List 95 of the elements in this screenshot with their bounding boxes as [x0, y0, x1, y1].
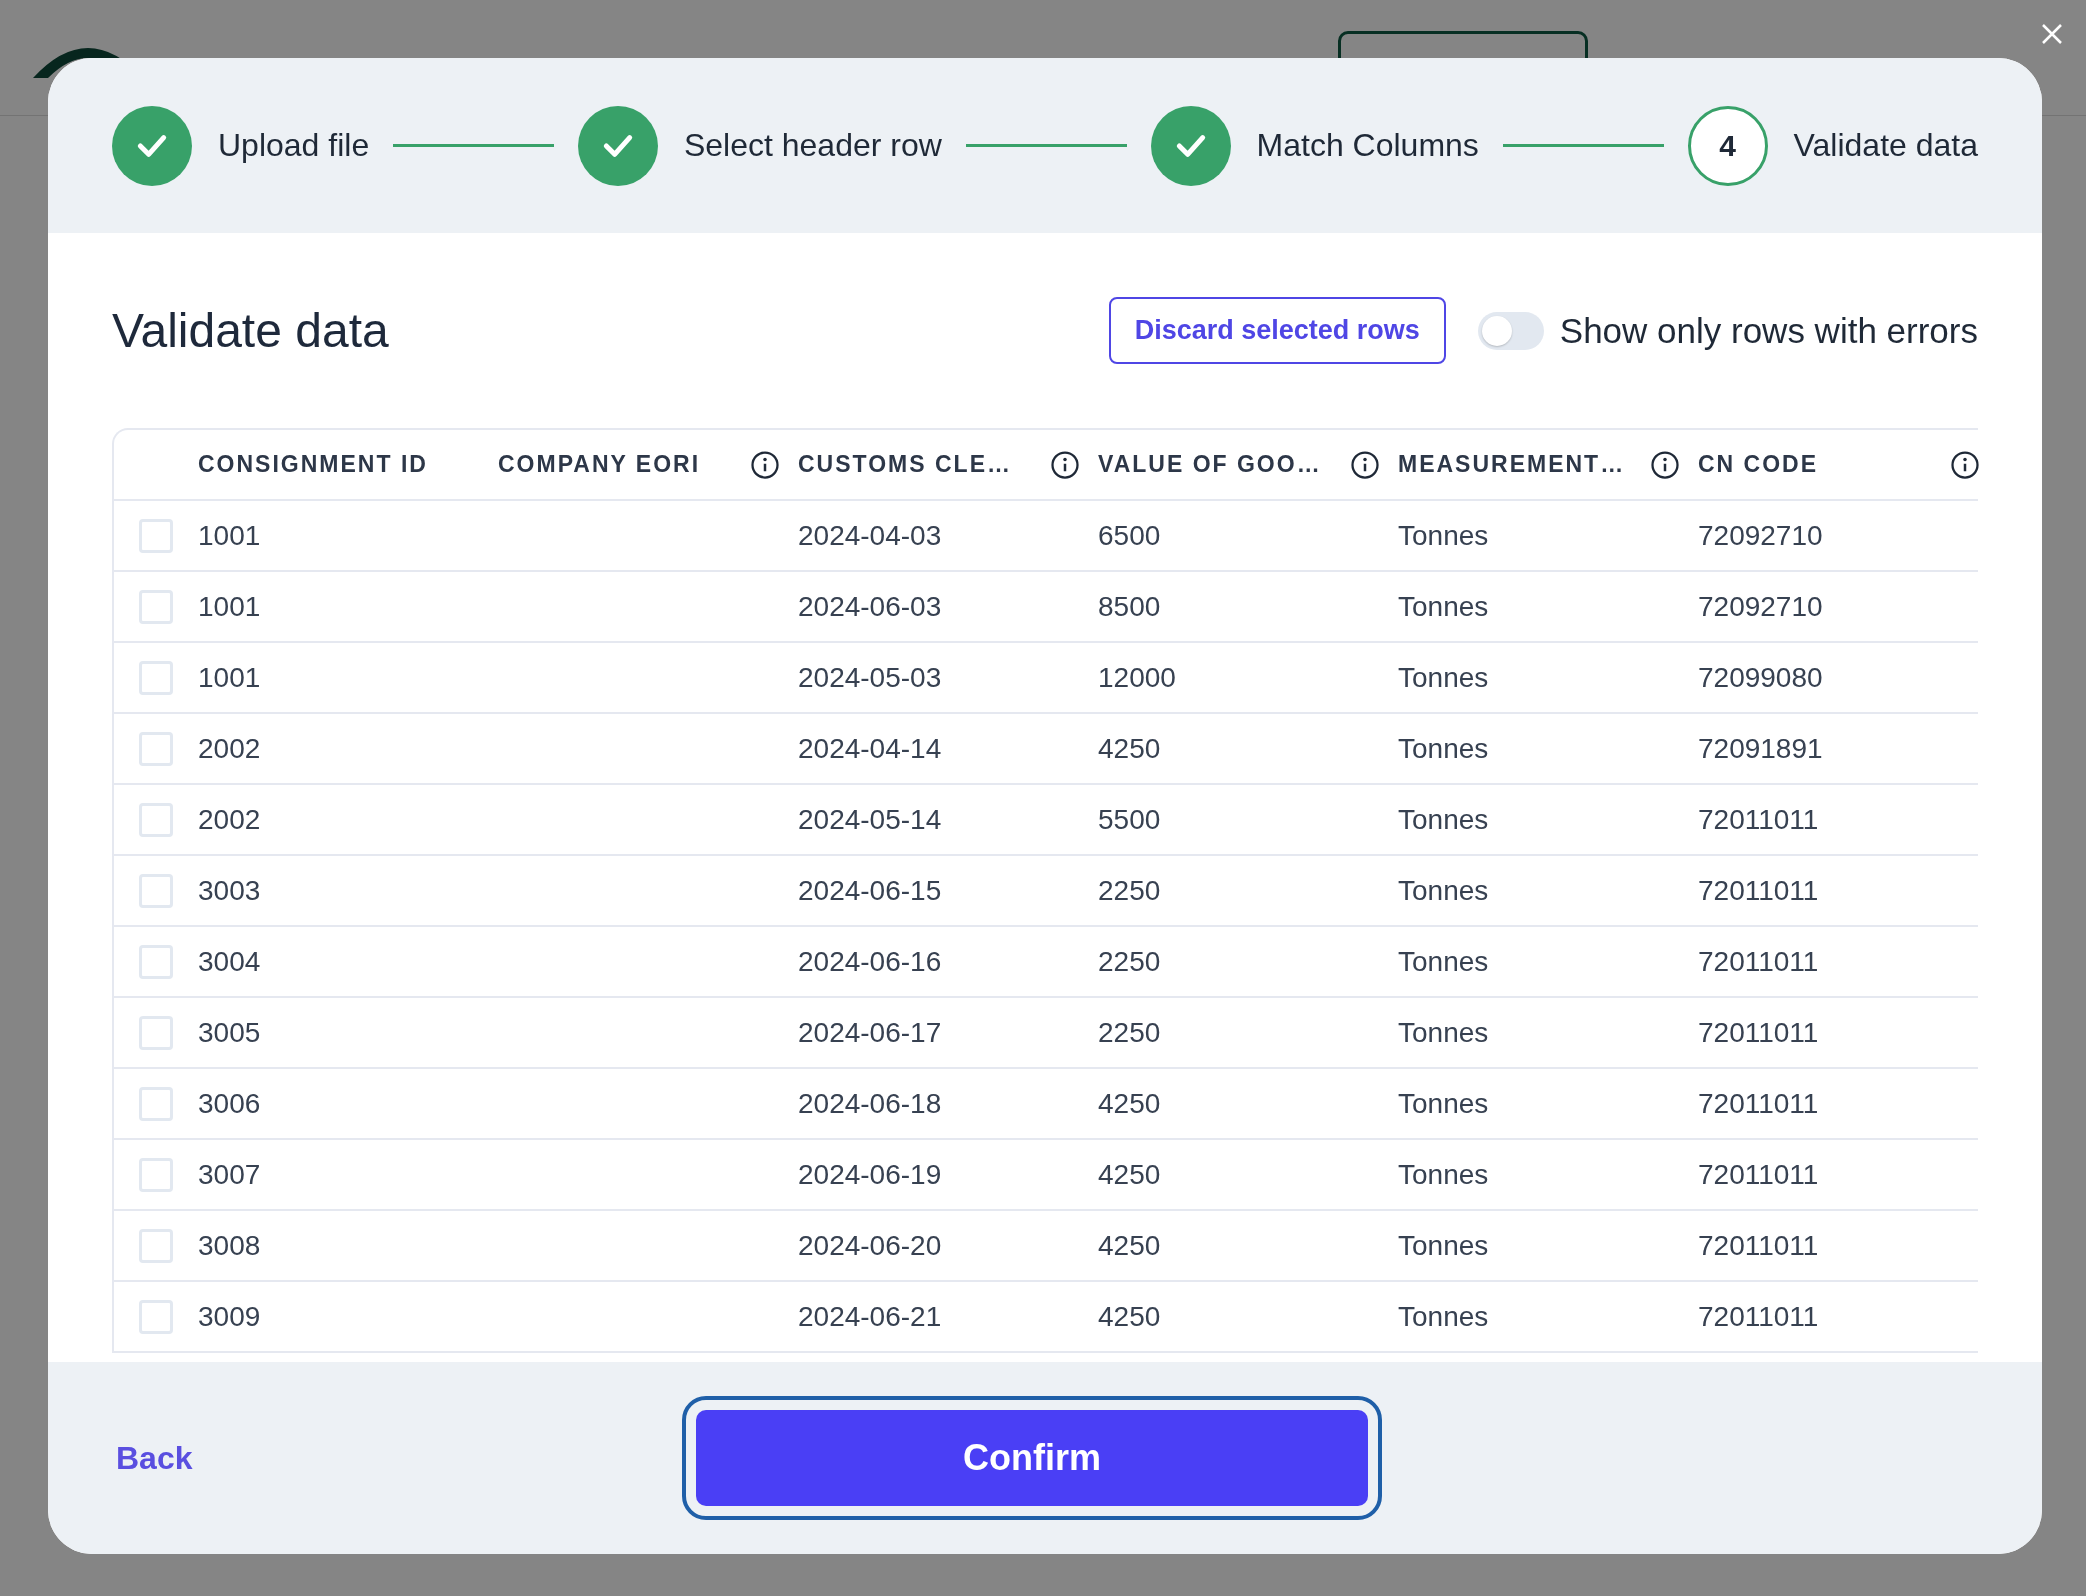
row-checkbox[interactable] — [139, 660, 173, 695]
table-cell: 72099080 — [1698, 661, 1823, 694]
table-cell: 72011011 — [1698, 1300, 1819, 1333]
row-checkbox[interactable] — [139, 1157, 173, 1192]
table-cell: 2024-06-19 — [798, 1158, 942, 1191]
table-cell: 4250 — [1098, 732, 1161, 765]
info-icon[interactable] — [1350, 449, 1380, 480]
table-cell: 2250 — [1098, 1016, 1161, 1049]
table-cell: 4250 — [1098, 1300, 1161, 1333]
table-cell: 72011011 — [1698, 1229, 1819, 1262]
table-cell: 72092710 — [1698, 519, 1823, 552]
table-cell: 72092710 — [1698, 590, 1823, 623]
table-cell: 3003 — [198, 874, 261, 907]
table-cell: Tonnes — [1398, 803, 1489, 836]
row-checkbox[interactable] — [139, 944, 173, 979]
table-cell: 3007 — [198, 1158, 261, 1191]
table-cell: 12000 — [1098, 661, 1176, 694]
table-cell: 1001 — [198, 519, 261, 552]
info-icon[interactable] — [750, 449, 780, 480]
info-icon[interactable] — [1650, 449, 1680, 480]
table-cell: 4250 — [1098, 1087, 1161, 1120]
table-cell: 72011011 — [1698, 803, 1819, 836]
column-header: CUSTOMS CLE… — [798, 451, 1012, 478]
row-checkbox[interactable] — [139, 1299, 173, 1334]
table-cell: 3008 — [198, 1229, 261, 1262]
table-cell: 2024-06-17 — [798, 1016, 942, 1049]
table-cell: 2250 — [1098, 874, 1161, 907]
table-cell: 2024-06-20 — [798, 1229, 942, 1262]
table-cell: Tonnes — [1398, 1016, 1489, 1049]
table-cell: Tonnes — [1398, 590, 1489, 623]
row-checkbox[interactable] — [139, 802, 173, 837]
discard-selected-rows-button[interactable]: Discard selected rows — [1108, 297, 1446, 364]
row-checkbox[interactable] — [139, 589, 173, 624]
table-cell: 2024-06-16 — [798, 945, 942, 978]
confirm-button[interactable]: Confirm — [696, 1410, 1368, 1506]
table-cell: 4250 — [1098, 1229, 1161, 1262]
table-cell: 2024-06-21 — [798, 1300, 942, 1333]
toggle-switch[interactable] — [1477, 311, 1544, 350]
table-cell: Tonnes — [1398, 1300, 1489, 1333]
table-cell: 2024-06-03 — [798, 590, 942, 623]
table-cell: Tonnes — [1398, 1158, 1489, 1191]
table-cell: 2250 — [1098, 945, 1161, 978]
table-cell: Tonnes — [1398, 945, 1489, 978]
table-cell: 8500 — [1098, 590, 1161, 623]
table-cell: Tonnes — [1398, 874, 1489, 907]
table-cell: Tonnes — [1398, 1229, 1489, 1262]
row-checkbox[interactable] — [139, 1228, 173, 1263]
table-cell: 5500 — [1098, 803, 1161, 836]
column-header: COMPANY EORI — [498, 451, 701, 478]
table-cell: Tonnes — [1398, 732, 1489, 765]
table-cell: 72011011 — [1698, 945, 1819, 978]
table-cell: 72011011 — [1698, 1087, 1819, 1120]
table-cell: 1001 — [198, 590, 261, 623]
table-cell: 4250 — [1098, 1158, 1161, 1191]
table-cell: 72011011 — [1698, 874, 1819, 907]
column-header: MEASUREMENT… — [1398, 451, 1626, 478]
row-checkbox[interactable] — [139, 1015, 173, 1050]
info-icon[interactable] — [1950, 449, 1980, 480]
dialog-title: Validate data — [112, 303, 390, 358]
table-cell: 1001 — [198, 661, 261, 694]
table-cell: 3006 — [198, 1087, 261, 1120]
table-cell: Tonnes — [1398, 1087, 1489, 1120]
row-checkbox[interactable] — [139, 873, 173, 908]
table-cell: 2024-04-03 — [798, 519, 942, 552]
row-checkbox[interactable] — [139, 731, 173, 766]
table-cell: 2024-05-14 — [798, 803, 942, 836]
column-header: VALUE OF GOO… — [1098, 451, 1322, 478]
row-checkbox[interactable] — [139, 1086, 173, 1121]
info-icon[interactable] — [1050, 449, 1080, 480]
table-cell: 72011011 — [1698, 1016, 1819, 1049]
column-header: CONSIGNMENT ID — [198, 451, 428, 478]
table-cell: 72011011 — [1698, 1158, 1819, 1191]
table-cell: 2024-04-14 — [798, 732, 942, 765]
table-cell: 3005 — [198, 1016, 261, 1049]
table-cell: 3004 — [198, 945, 261, 978]
column-header: CN CODE — [1698, 451, 1819, 478]
step-label: Select header row — [683, 127, 942, 164]
toggle-label: Show only rows with errors — [1559, 310, 1978, 351]
back-link[interactable]: Back — [116, 1439, 696, 1477]
table-cell: 2002 — [198, 732, 261, 765]
table-cell: Tonnes — [1398, 661, 1489, 694]
table-cell: 3009 — [198, 1300, 261, 1333]
step-label: Match Columns — [1256, 127, 1479, 164]
table-cell: 2024-05-03 — [798, 661, 942, 694]
step-indicator: 4 — [1687, 105, 1768, 186]
table-cell: 2024-06-18 — [798, 1087, 942, 1120]
table-cell: 2024-06-15 — [798, 874, 942, 907]
row-checkbox[interactable] — [139, 518, 173, 553]
table-cell: 6500 — [1098, 519, 1161, 552]
step-label: Upload file — [218, 127, 370, 164]
table-cell: Tonnes — [1398, 519, 1489, 552]
step-label: Validate data — [1793, 127, 1978, 164]
close-icon[interactable] — [2040, 22, 2064, 46]
table-cell: 72091891 — [1698, 732, 1823, 765]
table-cell: 2002 — [198, 803, 261, 836]
